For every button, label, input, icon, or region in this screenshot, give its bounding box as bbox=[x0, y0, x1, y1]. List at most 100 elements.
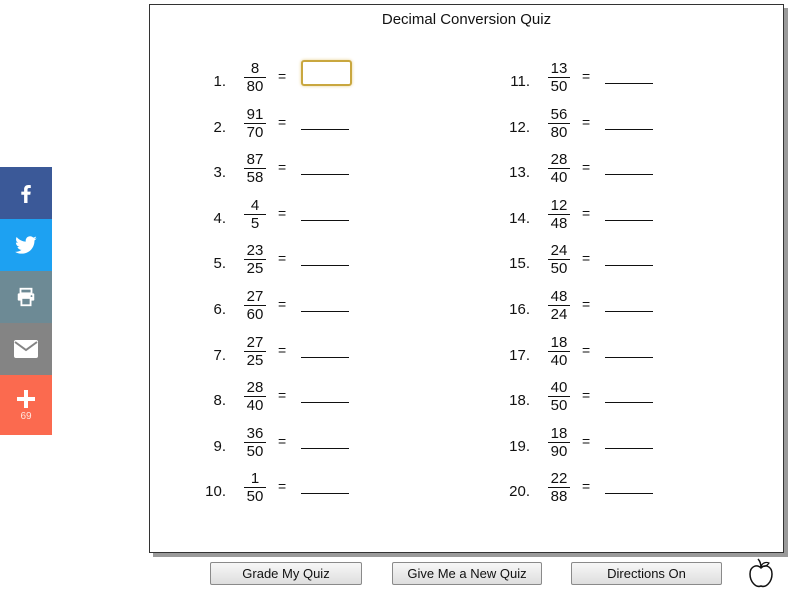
fraction-denominator: 40 bbox=[550, 351, 568, 369]
fraction-denominator: 60 bbox=[246, 306, 264, 323]
fraction: 18 40 bbox=[546, 334, 572, 369]
print-share-button[interactable] bbox=[0, 271, 52, 323]
more-share-button[interactable]: 69 bbox=[0, 375, 52, 435]
answer-input[interactable] bbox=[605, 252, 653, 267]
equals-sign: = bbox=[278, 113, 287, 130]
fraction-denominator: 40 bbox=[550, 169, 568, 187]
fraction-denominator: 50 bbox=[550, 78, 568, 95]
answer-input[interactable] bbox=[301, 60, 352, 86]
answer-input[interactable] bbox=[605, 298, 653, 312]
answer-input[interactable] bbox=[605, 343, 653, 358]
problem-number: 14. bbox=[509, 209, 530, 227]
answer-input[interactable] bbox=[301, 434, 349, 449]
problem-number: 15. bbox=[509, 255, 530, 273]
answer-input[interactable] bbox=[605, 434, 653, 449]
problem-row: 10. 1 50 = bbox=[190, 470, 450, 510]
equals-sign: = bbox=[278, 478, 287, 495]
answer-input[interactable] bbox=[301, 115, 349, 130]
answer-input[interactable] bbox=[301, 161, 349, 176]
fraction-numerator: 87 bbox=[246, 151, 264, 169]
equals-sign: = bbox=[278, 204, 287, 221]
fraction-numerator: 56 bbox=[550, 105, 568, 123]
fraction: 40 50 bbox=[546, 379, 572, 414]
fraction-denominator: 50 bbox=[550, 260, 568, 278]
fraction-numerator: 40 bbox=[550, 379, 568, 397]
fraction: 8 80 bbox=[242, 60, 268, 95]
fraction: 12 48 bbox=[546, 197, 572, 232]
equals-sign: = bbox=[582, 478, 591, 495]
problem-number: 6. bbox=[213, 301, 226, 318]
fraction: 87 58 bbox=[242, 151, 268, 186]
fraction-denominator: 50 bbox=[246, 442, 264, 460]
quiz-title: Decimal Conversion Quiz bbox=[381, 11, 552, 28]
apple-icon[interactable] bbox=[746, 558, 776, 590]
fraction-denominator: 58 bbox=[246, 169, 264, 187]
problem-number: 5. bbox=[213, 255, 226, 273]
problem-row: 20. 22 88 = bbox=[494, 470, 754, 510]
answer-input[interactable] bbox=[301, 298, 349, 312]
problem-number: 2. bbox=[213, 118, 226, 136]
answer-input[interactable] bbox=[301, 343, 349, 358]
problem-row: 19. 18 90 = bbox=[494, 425, 754, 465]
problem-number: 8. bbox=[213, 392, 226, 410]
problem-row: 5. 23 25 = bbox=[190, 242, 450, 282]
answer-input[interactable] bbox=[301, 389, 349, 404]
fraction-numerator: 13 bbox=[550, 60, 568, 77]
answer-input[interactable] bbox=[605, 206, 653, 221]
equals-sign: = bbox=[582, 296, 591, 312]
answer-input[interactable] bbox=[605, 70, 653, 84]
answer-input[interactable] bbox=[605, 115, 653, 130]
problem-row: 7. 27 25 = bbox=[190, 334, 450, 374]
problem-number: 20. bbox=[509, 483, 530, 501]
envelope-icon bbox=[14, 340, 38, 358]
fraction-denominator: 80 bbox=[550, 123, 568, 141]
fraction-denominator: 24 bbox=[550, 306, 568, 323]
problem-number: 10. bbox=[205, 483, 226, 501]
fraction-denominator: 5 bbox=[250, 214, 260, 232]
answer-input[interactable] bbox=[301, 206, 349, 221]
equals-sign: = bbox=[278, 341, 287, 358]
fraction-numerator: 27 bbox=[246, 288, 264, 305]
fraction: 28 40 bbox=[242, 379, 268, 414]
problem-number: 11. bbox=[510, 73, 530, 90]
problem-row: 4. 4 5 = bbox=[190, 197, 450, 237]
fraction: 22 88 bbox=[546, 470, 572, 505]
facebook-share-button[interactable] bbox=[0, 167, 52, 219]
problem-row: 12. 56 80 = bbox=[494, 106, 754, 146]
fraction-numerator: 1 bbox=[250, 470, 260, 488]
fraction-denominator: 40 bbox=[246, 397, 264, 415]
email-share-button[interactable] bbox=[0, 323, 52, 375]
fraction-denominator: 50 bbox=[246, 488, 264, 506]
directions-toggle-button[interactable]: Directions On bbox=[571, 562, 722, 585]
fraction-numerator: 27 bbox=[246, 333, 264, 351]
fraction: 28 40 bbox=[546, 151, 572, 186]
problem-number: 9. bbox=[213, 437, 226, 455]
answer-input[interactable] bbox=[605, 480, 653, 495]
equals-sign: = bbox=[278, 159, 287, 176]
answer-input[interactable] bbox=[605, 389, 653, 404]
fraction-numerator: 91 bbox=[246, 105, 264, 123]
problem-number: 18. bbox=[509, 392, 530, 410]
fraction-numerator: 8 bbox=[250, 60, 260, 77]
fraction-numerator: 18 bbox=[550, 333, 568, 351]
printer-icon bbox=[17, 287, 35, 307]
answer-input[interactable] bbox=[301, 252, 349, 267]
fraction-numerator: 24 bbox=[550, 242, 568, 260]
answer-input[interactable] bbox=[605, 161, 653, 176]
problem-row: 15. 24 50 = bbox=[494, 242, 754, 282]
fraction: 23 25 bbox=[242, 242, 268, 277]
fraction: 56 80 bbox=[546, 106, 572, 141]
equals-sign: = bbox=[278, 296, 287, 312]
fraction-denominator: 80 bbox=[246, 78, 264, 95]
fraction: 91 70 bbox=[242, 106, 268, 141]
new-quiz-button[interactable]: Give Me a New Quiz bbox=[392, 562, 542, 585]
answer-input[interactable] bbox=[301, 480, 349, 495]
fraction: 1 50 bbox=[242, 470, 268, 505]
twitter-share-button[interactable] bbox=[0, 219, 52, 271]
problem-number: 3. bbox=[213, 164, 226, 182]
grade-quiz-button[interactable]: Grade My Quiz bbox=[210, 562, 362, 585]
fraction-numerator: 36 bbox=[246, 424, 264, 442]
problem-row: 3. 87 58 = bbox=[190, 151, 450, 191]
fraction: 27 25 bbox=[242, 334, 268, 369]
equals-sign: = bbox=[582, 68, 591, 84]
